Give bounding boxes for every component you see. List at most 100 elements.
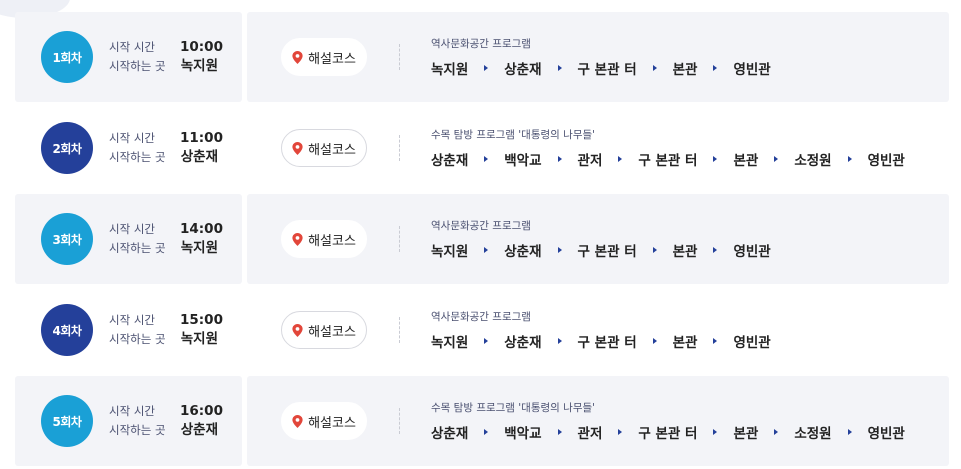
route-stop: 녹지원 [431,335,469,351]
course-guide-button[interactable]: 해설코스 [281,311,367,349]
route-stop: 본관 [733,153,759,169]
arrow-right-icon [713,156,718,162]
location-pin-icon [292,141,303,155]
schedule-time-panel: 2회차 시작 시간 시작하는 곳 11:00 상춘재 [15,103,242,193]
program-title: 역사문화공간 프로그램 [431,311,531,323]
divider [399,44,400,70]
route-stop: 본관 [672,244,698,260]
start-time-label: 시작 시간 [109,131,155,145]
course-guide-button[interactable]: 해설코스 [281,129,367,167]
program-panel: 해설코스 역사문화공간 프로그램 녹지원 상춘재 구 본관 터 본관 영빈관 [247,194,949,284]
session-badge: 3회차 [41,213,93,265]
program-panel: 해설코스 역사문화공간 프로그램 녹지원 상춘재 구 본관 터 본관 영빈관 [247,12,949,102]
schedule-time-panel: 1회차 시작 시간 시작하는 곳 10:00 녹지원 [15,12,242,102]
course-guide-button[interactable]: 해설코스 [281,402,367,440]
start-time-label: 시작 시간 [109,404,155,418]
course-guide-label: 해설코스 [308,415,356,431]
route-stop: 관저 [577,153,603,169]
program-panel: 해설코스 수목 탐방 프로그램 '대통령의 나무들' 상춘재 백악교 관저 구 본관 터 본… [247,376,949,466]
course-guide-button[interactable]: 해설코스 [281,38,367,76]
route-stop: 녹지원 [431,244,469,260]
route-stop: 상춘재 [504,62,542,78]
arrow-right-icon [484,156,489,162]
route-stop: 영빈관 [733,335,771,351]
schedule-values: 15:00 녹지원 [180,311,223,349]
arrow-right-icon [557,65,562,71]
route-stop: 본관 [733,426,759,442]
start-time-value: 10:00 [180,39,223,55]
arrow-right-icon [652,338,657,344]
start-place-value: 녹지원 [180,240,218,256]
route-stop: 구 본관 터 [638,153,698,169]
arrow-right-icon [557,429,562,435]
route-stop: 영빈관 [867,426,905,442]
course-guide-label: 해설코스 [308,324,356,340]
route-stop: 백악교 [504,426,542,442]
start-place-label: 시작하는 곳 [109,241,166,255]
program-info: 수목 탐방 프로그램 '대통령의 나무들' 상춘재 백악교 관저 구 본관 터 본관 소정원… [431,127,905,169]
program-panel: 해설코스 수목 탐방 프로그램 '대통령의 나무들' 상춘재 백악교 관저 구 본관 터 본… [247,103,949,193]
arrow-right-icon [484,65,489,71]
schedule-row: 5회차 시작 시간시작하는 곳 16:00 상춘재 해설코스 수목 탐방 프로그램 '대통… [15,376,949,466]
course-guide-label: 해설코스 [308,142,356,158]
program-title: 수목 탐방 프로그램 '대통령의 나무들' [431,402,596,414]
schedule-row: 1회차 시작 시간 시작하는 곳 10:00 녹지원 해설코스 역사문화공간 프로그램 녹지원… [15,12,949,102]
schedule-labels: 시작 시간시작하는 곳 [109,402,166,440]
arrow-right-icon [557,247,562,253]
route-stop: 구 본관 터 [638,426,698,442]
program-info: 역사문화공간 프로그램 녹지원 상춘재 구 본관 터 본관 영빈관 [431,36,771,78]
arrow-right-icon [713,65,718,71]
course-guide-button[interactable]: 해설코스 [281,220,367,258]
route-stop: 소정원 [794,426,832,442]
route-stop: 상춘재 [431,153,469,169]
divider [399,226,400,252]
start-place-label: 시작하는 곳 [109,423,166,437]
route-stop: 상춘재 [504,335,542,351]
arrow-right-icon [774,156,779,162]
route-stop: 구 본관 터 [577,244,637,260]
start-place-label: 시작하는 곳 [109,150,166,164]
location-pin-icon [292,232,303,246]
start-place-value: 상춘재 [180,149,218,165]
arrow-right-icon [618,429,623,435]
start-time-value: 11:00 [180,130,223,146]
schedule-labels: 시작 시간 시작하는 곳 [109,311,166,349]
route-stop: 구 본관 터 [577,62,637,78]
start-time-label: 시작 시간 [109,40,155,54]
schedule-values: 16:00 상춘재 [180,402,223,440]
program-title: 역사문화공간 프로그램 [431,220,531,232]
program-info: 역사문화공간 프로그램녹지원 상춘재 구 본관 터 본관 영빈관 [431,309,771,351]
schedule-time-panel: 3회차 시작 시간시작하는 곳 14:00 녹지원 [15,194,242,284]
route-stop: 백악교 [504,153,542,169]
route-stop: 영빈관 [733,62,771,78]
arrow-right-icon [713,247,718,253]
route: 상춘재 백악교 관저 구 본관 터 본관 소정원 영빈관 [431,149,905,169]
course-guide-label: 해설코스 [308,233,356,249]
schedule-values: 14:00 녹지원 [180,220,223,258]
schedule-values: 11:00 상춘재 [180,129,223,167]
schedule-row: 4회차 시작 시간 시작하는 곳 15:00 녹지원 해설코스 역사문화공간 프로그램 녹지원… [15,285,949,375]
route-stop: 소정원 [794,153,832,169]
route-stop: 구 본관 터 [577,335,637,351]
session-badge: 5회차 [41,395,93,447]
arrow-right-icon [774,429,779,435]
program-title: 역사문화공간 프로그램 [431,38,531,50]
arrow-right-icon [847,429,852,435]
schedule-labels: 시작 시간 시작하는 곳 [109,38,166,76]
route-stop: 본관 [672,335,698,351]
arrow-right-icon [713,429,718,435]
arrow-right-icon [618,156,623,162]
arrow-right-icon [847,156,852,162]
schedule-labels: 시작 시간시작하는 곳 [109,129,166,167]
route-stop: 상춘재 [504,244,542,260]
start-time-label: 시작 시간 [109,222,155,236]
arrow-right-icon [557,156,562,162]
schedule-values: 10:00 녹지원 [180,38,223,76]
arrow-right-icon [484,338,489,344]
program-panel: 해설코스 역사문화공간 프로그램녹지원 상춘재 구 본관 터 본관 영빈관 [247,285,949,375]
arrow-right-icon [484,429,489,435]
divider [399,135,400,161]
start-place-value: 상춘재 [180,422,218,438]
start-time-value: 14:00 [180,221,223,237]
schedule-time-panel: 5회차 시작 시간시작하는 곳 16:00 상춘재 [15,376,242,466]
